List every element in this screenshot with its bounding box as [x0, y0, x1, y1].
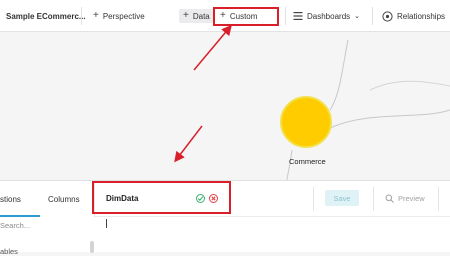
- editor-highlight-box: [92, 181, 231, 214]
- add-data-button[interactable]: + Data: [179, 9, 213, 23]
- dashboards-label: Dashboards: [307, 11, 351, 21]
- app-title[interactable]: Sample ECommerc...: [6, 0, 86, 32]
- header-divider: [313, 187, 314, 211]
- tab-questions[interactable]: stions: [0, 195, 21, 204]
- save-button[interactable]: Save: [325, 190, 359, 206]
- plus-icon: +: [93, 10, 99, 21]
- toolbar-divider: [285, 7, 286, 25]
- perspective-label: Perspective: [102, 11, 145, 21]
- custom-highlight-box: [213, 7, 279, 26]
- plus-icon: +: [183, 10, 189, 21]
- left-tabs: stions Columns: [0, 181, 95, 217]
- preview-label: Preview: [398, 194, 425, 203]
- header-divider: [438, 187, 439, 211]
- toolbar-divider: [81, 7, 82, 25]
- chevron-down-icon: ⌄: [354, 13, 361, 20]
- data-label: Data: [192, 11, 210, 21]
- dashboards-button[interactable]: Dashboards ⌄: [293, 0, 360, 32]
- relationships-label: Relationships: [397, 11, 446, 21]
- tab-columns[interactable]: Columns: [48, 195, 80, 204]
- active-tab-indicator: [0, 215, 40, 217]
- text-cursor: [106, 219, 107, 228]
- dashboards-icon: [293, 12, 303, 20]
- relationships-button[interactable]: Relationships: [382, 0, 445, 32]
- commerce-node[interactable]: [280, 96, 332, 148]
- search-input[interactable]: Search...: [0, 221, 30, 230]
- model-canvas[interactable]: [0, 32, 450, 180]
- header-divider: [373, 187, 374, 211]
- top-toolbar: Sample ECommerc... + Perspective + Data …: [0, 0, 450, 32]
- toolbar-divider: [372, 7, 373, 25]
- preview-icon: [385, 194, 394, 203]
- commerce-node-label: Commerce: [289, 157, 326, 166]
- scrollbar-thumb[interactable]: [90, 241, 94, 253]
- relationships-icon: [382, 10, 393, 22]
- perspective-button[interactable]: + Perspective: [93, 0, 145, 32]
- preview-button[interactable]: Preview: [385, 194, 425, 203]
